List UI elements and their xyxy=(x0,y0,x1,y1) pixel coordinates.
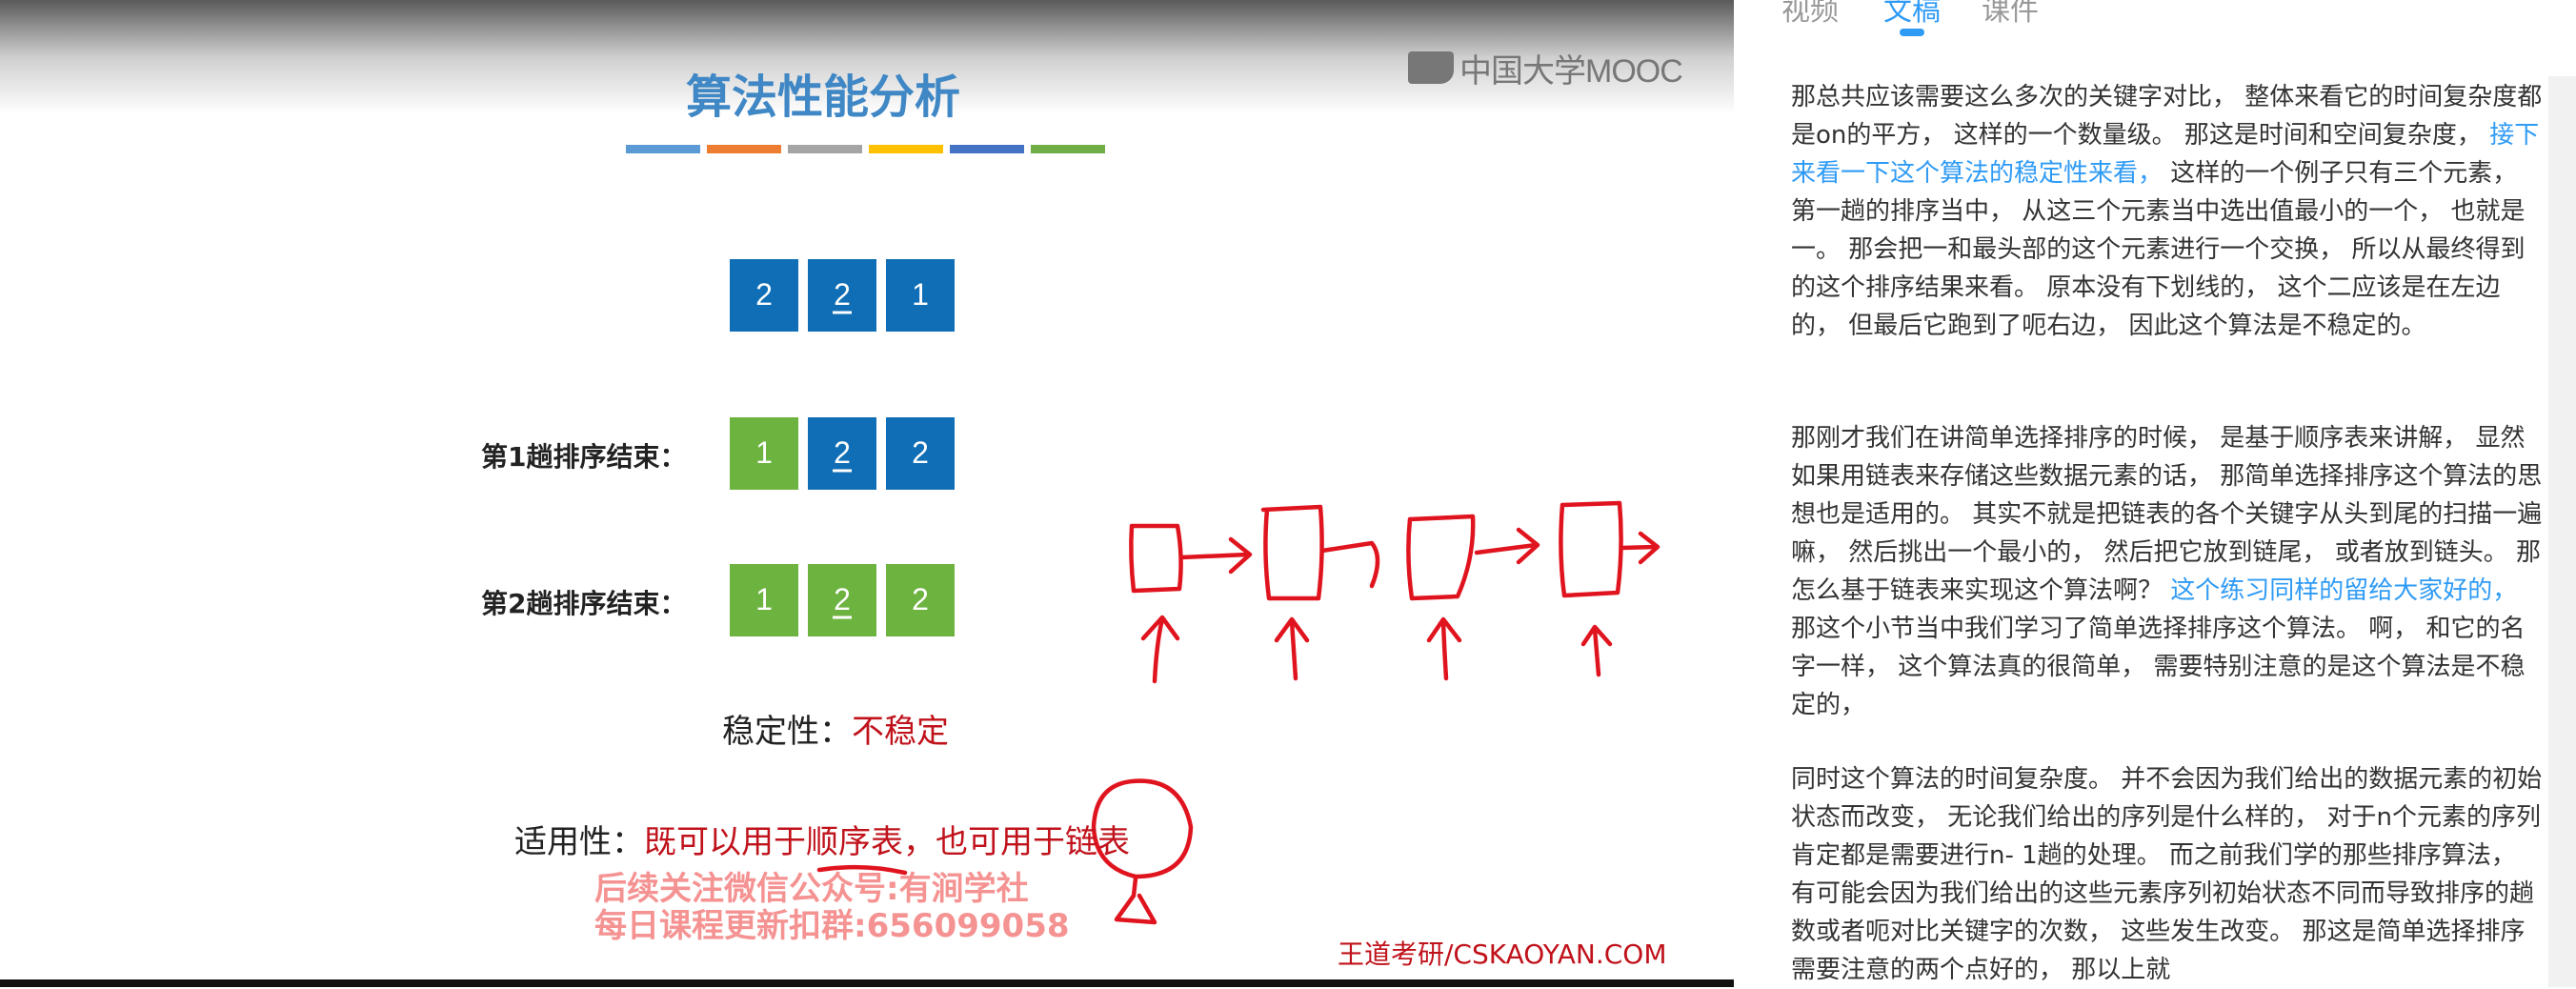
transcript-text: 同时这个算法的时间复杂度。 并不会因为我们给出的数据元素的初始状态而改变， 无论… xyxy=(1791,765,2543,984)
sketch-pointer-4 xyxy=(1580,624,1613,677)
sketch-arrow-2 xyxy=(1319,540,1380,589)
sketch-node-1 xyxy=(1129,523,1183,594)
array-cell-value: 2 xyxy=(834,277,851,312)
transcript-paragraph-3: 同时这个算法的时间复杂度。 并不会因为我们给出的数据元素的初始状态而改变， 无论… xyxy=(1791,760,2544,989)
array-cell-value: 2 xyxy=(912,582,929,616)
tab-video[interactable]: 视频 xyxy=(1781,0,1839,29)
sketch-pointer-2 xyxy=(1274,616,1310,681)
sketch-arrow-4 xyxy=(1619,531,1660,565)
watermark-line-2: 每日课程更新扣群:656099058 xyxy=(594,907,1070,945)
accent-segment xyxy=(788,145,862,153)
array-cell-value: 2 xyxy=(912,435,929,470)
applicability-label: 适用性： xyxy=(514,823,644,861)
array-rows: 2 2 1 1 2 2 1 2 2 xyxy=(730,259,955,636)
title-accent-bar xyxy=(626,145,1105,153)
accent-segment xyxy=(869,145,943,153)
brand-footer: 王道考研/CSKAOYAN.COM xyxy=(1338,939,1667,970)
sketch-node-4 xyxy=(1559,500,1623,598)
array-cell-value: 2 xyxy=(755,277,773,312)
array-cell-value: 1 xyxy=(755,435,773,470)
array-cell-value: 1 xyxy=(912,277,929,312)
applicability-value: 既可以用于顺序表，也可用于链表 xyxy=(644,823,1130,861)
transcript-paragraph-1: 那总共应该需要这么多次的关键字对比， 整体来看它的时间复杂度都是on的平方， 这… xyxy=(1791,78,2544,345)
transcript-panel: 视频 文稿 课件 那总共应该需要这么多次的关键字对比， 整体来看它的时间复杂度都… xyxy=(1734,0,2576,987)
lecture-slide: 算法性能分析 中国大学MOOC 221122122 第1趟排序结束： 第2趟排序… xyxy=(0,0,1734,979)
tab-transcript[interactable]: 文稿 xyxy=(1883,0,1941,29)
scroll-track[interactable] xyxy=(2548,76,2576,987)
accent-segment xyxy=(950,145,1024,153)
sketch-pointer-3 xyxy=(1426,616,1462,681)
accent-segment xyxy=(707,145,781,153)
transcript-text: 那这个小节当中我们学习了简单选择排序这个算法。 啊， 和它的名字一样， 这个算法… xyxy=(1791,615,2526,719)
transcript-text: 那总共应该需要这么多次的关键字对比， 整体来看它的时间复杂度都是on的平方， 这… xyxy=(1791,83,2543,150)
row-label-pass-2: 第2趟排序结束： xyxy=(481,588,687,619)
array-cell-value: 2 xyxy=(834,582,851,616)
stability-label: 稳定性： xyxy=(722,713,852,751)
accent-segment xyxy=(626,145,700,153)
transcript-paragraph-2: 那刚才我们在讲简单选择排序的时候， 是基于顺序表来讲解， 显然如果用链表来存储这… xyxy=(1791,419,2544,724)
array-cell-value: 1 xyxy=(755,582,773,616)
stability-line: 稳定性：不稳定 xyxy=(722,705,949,752)
tab-courseware[interactable]: 课件 xyxy=(1982,0,2039,29)
panel-tabs: 视频 文稿 课件 xyxy=(1734,0,2576,57)
sketch-arrow-1 xyxy=(1178,536,1253,575)
sketch-node-3 xyxy=(1406,514,1476,601)
transcript-highlight[interactable]: 这个练习同样的留给大家好的， xyxy=(2170,576,2517,605)
applicability-line: 适用性：既可以用于顺序表，也可用于链表 xyxy=(514,816,1130,862)
row-label-pass-1: 第1趟排序结束： xyxy=(481,441,687,473)
sketch-arrow-3 xyxy=(1474,527,1540,565)
sketch-tail xyxy=(1114,876,1157,925)
sketch-node-2 xyxy=(1260,504,1324,601)
stability-value: 不稳定 xyxy=(852,713,949,751)
accent-segment xyxy=(1031,145,1105,153)
active-tab-indicator xyxy=(1900,29,1924,36)
array-cell-value: 2 xyxy=(834,435,851,470)
video-player[interactable]: 算法性能分析 中国大学MOOC 221122122 第1趟排序结束： 第2趟排序… xyxy=(0,0,1734,987)
sketch-pointer-1 xyxy=(1140,615,1180,684)
